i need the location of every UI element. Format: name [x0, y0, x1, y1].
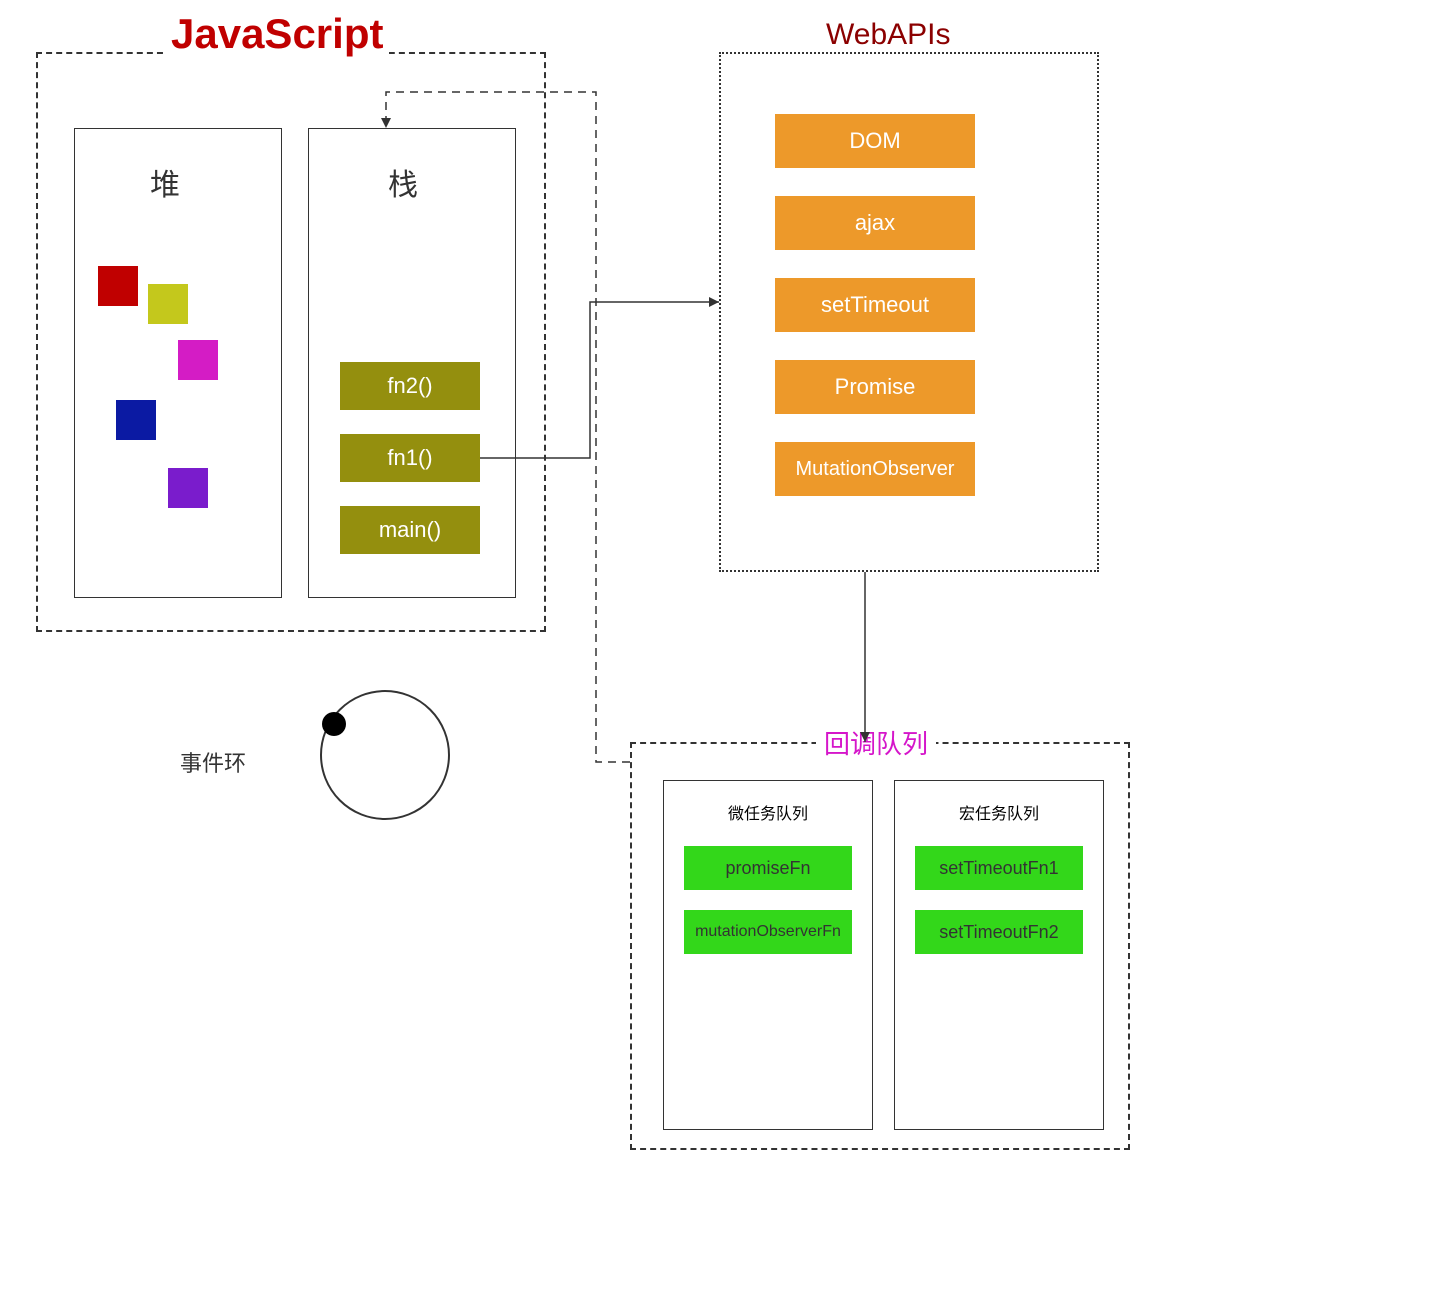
heap-block	[148, 284, 188, 324]
eventloop-dot	[322, 712, 346, 736]
callback-queue-title: 回调队列	[816, 724, 936, 761]
webapi-item-ajax: ajax	[775, 196, 975, 250]
stack-title: 栈	[388, 160, 418, 204]
webapi-item-dom: DOM	[775, 114, 975, 168]
micro-queue-container	[663, 780, 873, 1130]
webapi-item-promise: Promise	[775, 360, 975, 414]
eventloop-label: 事件环	[180, 746, 246, 778]
eventloop-circle	[320, 690, 450, 820]
webapi-item-settimeout: setTimeout	[775, 278, 975, 332]
macro-queue-title: 宏任务队列	[894, 800, 1104, 824]
macro-queue-item: setTimeoutFn1	[915, 846, 1083, 890]
stack-item-main: main()	[340, 506, 480, 554]
micro-queue-title: 微任务队列	[663, 800, 873, 824]
heap-block	[98, 266, 138, 306]
heap-block	[168, 468, 208, 508]
stack-item-fn1: fn1()	[340, 434, 480, 482]
micro-queue-item: mutationObserverFn	[684, 910, 852, 954]
webapis-title: WebAPIs	[818, 18, 959, 52]
heap-block	[178, 340, 218, 380]
webapi-item-mutationobserver: MutationObserver	[775, 442, 975, 496]
macro-queue-container	[894, 780, 1104, 1130]
stack-item-fn2: fn2()	[340, 362, 480, 410]
javascript-title: JavaScript	[165, 10, 389, 58]
heap-title: 堆	[150, 160, 180, 204]
heap-block	[116, 400, 156, 440]
micro-queue-item: promiseFn	[684, 846, 852, 890]
macro-queue-item: setTimeoutFn2	[915, 910, 1083, 954]
